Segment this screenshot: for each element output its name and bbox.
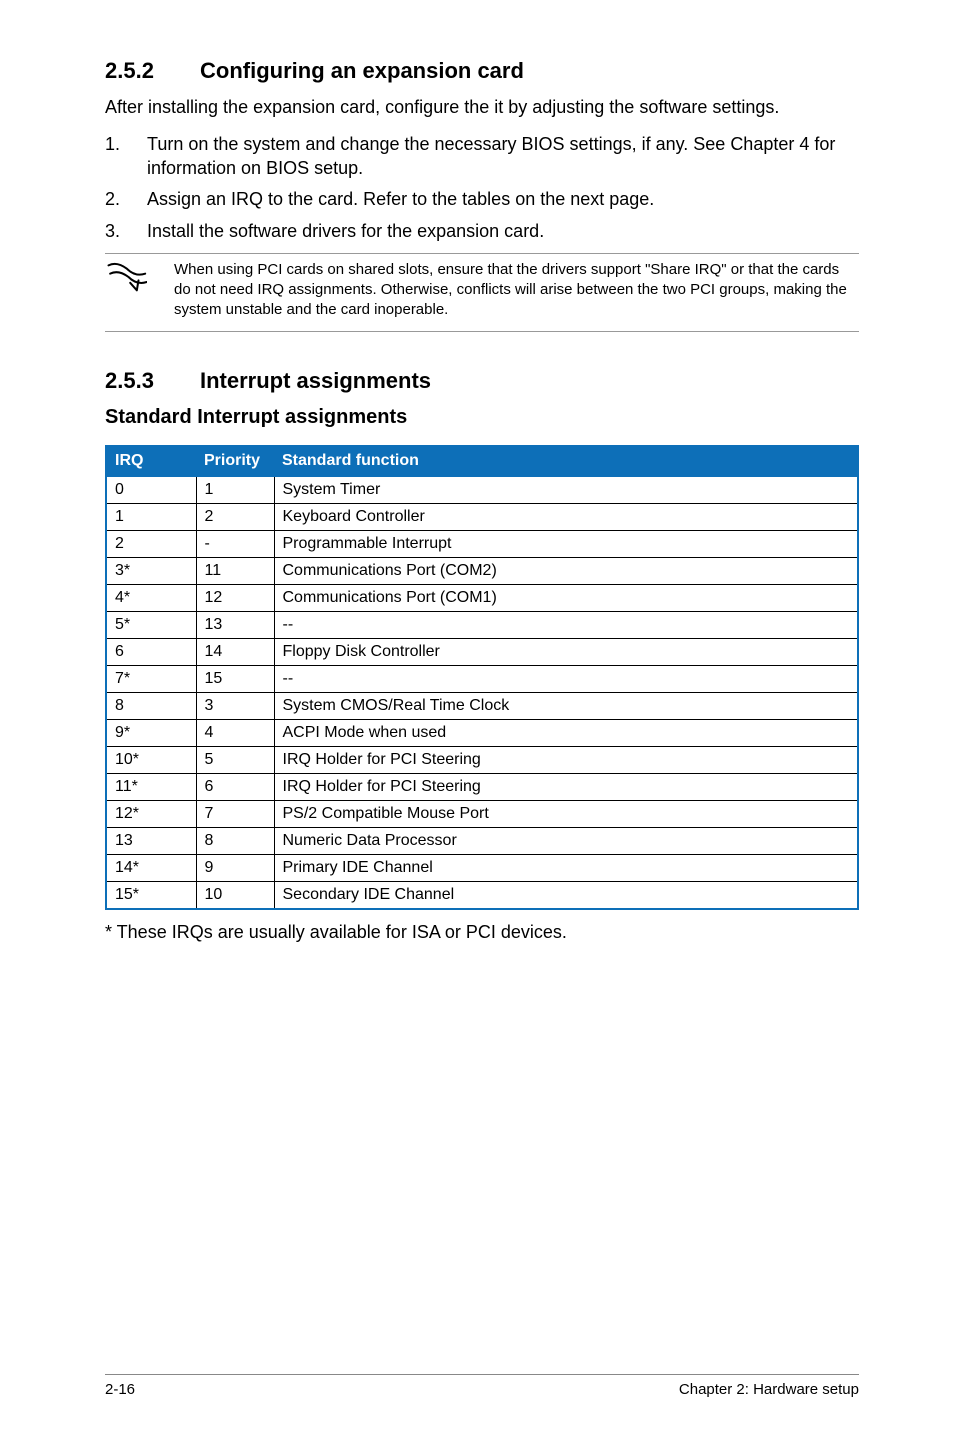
- note-box: When using PCI cards on shared slots, en…: [105, 253, 859, 332]
- step-text: Assign an IRQ to the card. Refer to the …: [147, 188, 654, 211]
- th-function: Standard function: [274, 446, 858, 476]
- cell-irq: 7*: [106, 665, 196, 692]
- section-253-heading: 2.5.3Interrupt assignments: [105, 368, 859, 394]
- table-row: 15*10Secondary IDE Channel: [106, 881, 858, 909]
- table-row: 138Numeric Data Processor: [106, 827, 858, 854]
- step-2: 2.Assign an IRQ to the card. Refer to th…: [105, 188, 859, 211]
- step-text: Install the software drivers for the exp…: [147, 220, 544, 243]
- cell-func: Secondary IDE Channel: [274, 881, 858, 909]
- table-row: 83System CMOS/Real Time Clock: [106, 692, 858, 719]
- cell-irq: 3*: [106, 557, 196, 584]
- cell-priority: 15: [196, 665, 274, 692]
- cell-irq: 9*: [106, 719, 196, 746]
- cell-func: System CMOS/Real Time Clock: [274, 692, 858, 719]
- cell-func: Floppy Disk Controller: [274, 638, 858, 665]
- cell-irq: 6: [106, 638, 196, 665]
- standard-interrupt-heading: Standard Interrupt assignments: [105, 406, 859, 429]
- cell-irq: 4*: [106, 584, 196, 611]
- cell-func: ACPI Mode when used: [274, 719, 858, 746]
- cell-func: Keyboard Controller: [274, 503, 858, 530]
- cell-irq: 8: [106, 692, 196, 719]
- cell-irq: 1: [106, 503, 196, 530]
- footer-page-number: 2-16: [105, 1381, 135, 1398]
- cell-priority: 2: [196, 503, 274, 530]
- step-number: 2.: [105, 188, 147, 211]
- cell-priority: 4: [196, 719, 274, 746]
- step-number: 1.: [105, 133, 147, 180]
- section-252-intro: After installing the expansion card, con…: [105, 96, 859, 119]
- cell-func: Programmable Interrupt: [274, 530, 858, 557]
- cell-priority: 6: [196, 773, 274, 800]
- table-row: 614Floppy Disk Controller: [106, 638, 858, 665]
- cell-func: Communications Port (COM1): [274, 584, 858, 611]
- note-text: When using PCI cards on shared slots, en…: [160, 260, 859, 321]
- section-252-heading: 2.5.2Configuring an expansion card: [105, 58, 859, 84]
- step-3: 3.Install the software drivers for the e…: [105, 220, 859, 243]
- cell-irq: 2: [106, 530, 196, 557]
- table-row: 4*12Communications Port (COM1): [106, 584, 858, 611]
- section-title: Configuring an expansion card: [200, 58, 524, 83]
- table-row: 12*7PS/2 Compatible Mouse Port: [106, 800, 858, 827]
- cell-priority: 5: [196, 746, 274, 773]
- table-row: 5*13--: [106, 611, 858, 638]
- cell-func: --: [274, 665, 858, 692]
- table-row: 11*6IRQ Holder for PCI Steering: [106, 773, 858, 800]
- step-1: 1.Turn on the system and change the nece…: [105, 133, 859, 180]
- table-row: 9*4ACPI Mode when used: [106, 719, 858, 746]
- cell-irq: 12*: [106, 800, 196, 827]
- cell-func: Primary IDE Channel: [274, 854, 858, 881]
- irq-footnote: * These IRQs are usually available for I…: [105, 922, 859, 943]
- table-row: 2-Programmable Interrupt: [106, 530, 858, 557]
- table-row: 01System Timer: [106, 476, 858, 504]
- table-row: 10*5IRQ Holder for PCI Steering: [106, 746, 858, 773]
- cell-priority: 10: [196, 881, 274, 909]
- cell-priority: 8: [196, 827, 274, 854]
- footer-chapter: Chapter 2: Hardware setup: [679, 1381, 859, 1398]
- table-row: 14*9Primary IDE Channel: [106, 854, 858, 881]
- cell-irq: 10*: [106, 746, 196, 773]
- th-irq: IRQ: [106, 446, 196, 476]
- cell-func: --: [274, 611, 858, 638]
- cell-irq: 5*: [106, 611, 196, 638]
- step-text: Turn on the system and change the necess…: [147, 133, 859, 180]
- cell-priority: 3: [196, 692, 274, 719]
- th-priority: Priority: [196, 446, 274, 476]
- cell-priority: 12: [196, 584, 274, 611]
- cell-priority: 13: [196, 611, 274, 638]
- section-number: 2.5.3: [105, 368, 200, 394]
- page-footer: 2-16 Chapter 2: Hardware setup: [105, 1374, 859, 1398]
- cell-func: Numeric Data Processor: [274, 827, 858, 854]
- cell-func: Communications Port (COM2): [274, 557, 858, 584]
- table-row: 3*11Communications Port (COM2): [106, 557, 858, 584]
- cell-irq: 14*: [106, 854, 196, 881]
- cell-func: IRQ Holder for PCI Steering: [274, 746, 858, 773]
- irq-table: IRQ Priority Standard function 01System …: [105, 445, 859, 910]
- cell-irq: 11*: [106, 773, 196, 800]
- cell-priority: 14: [196, 638, 274, 665]
- cell-irq: 15*: [106, 881, 196, 909]
- table-row: 7*15--: [106, 665, 858, 692]
- steps-list: 1.Turn on the system and change the nece…: [105, 133, 859, 243]
- cell-irq: 0: [106, 476, 196, 504]
- cell-irq: 13: [106, 827, 196, 854]
- cell-func: System Timer: [274, 476, 858, 504]
- section-number: 2.5.2: [105, 58, 200, 84]
- cell-func: IRQ Holder for PCI Steering: [274, 773, 858, 800]
- step-number: 3.: [105, 220, 147, 243]
- cell-priority: 1: [196, 476, 274, 504]
- cell-priority: -: [196, 530, 274, 557]
- cell-priority: 11: [196, 557, 274, 584]
- note-icon: [105, 260, 160, 321]
- table-row: 12Keyboard Controller: [106, 503, 858, 530]
- section-title: Interrupt assignments: [200, 368, 431, 393]
- cell-func: PS/2 Compatible Mouse Port: [274, 800, 858, 827]
- cell-priority: 9: [196, 854, 274, 881]
- cell-priority: 7: [196, 800, 274, 827]
